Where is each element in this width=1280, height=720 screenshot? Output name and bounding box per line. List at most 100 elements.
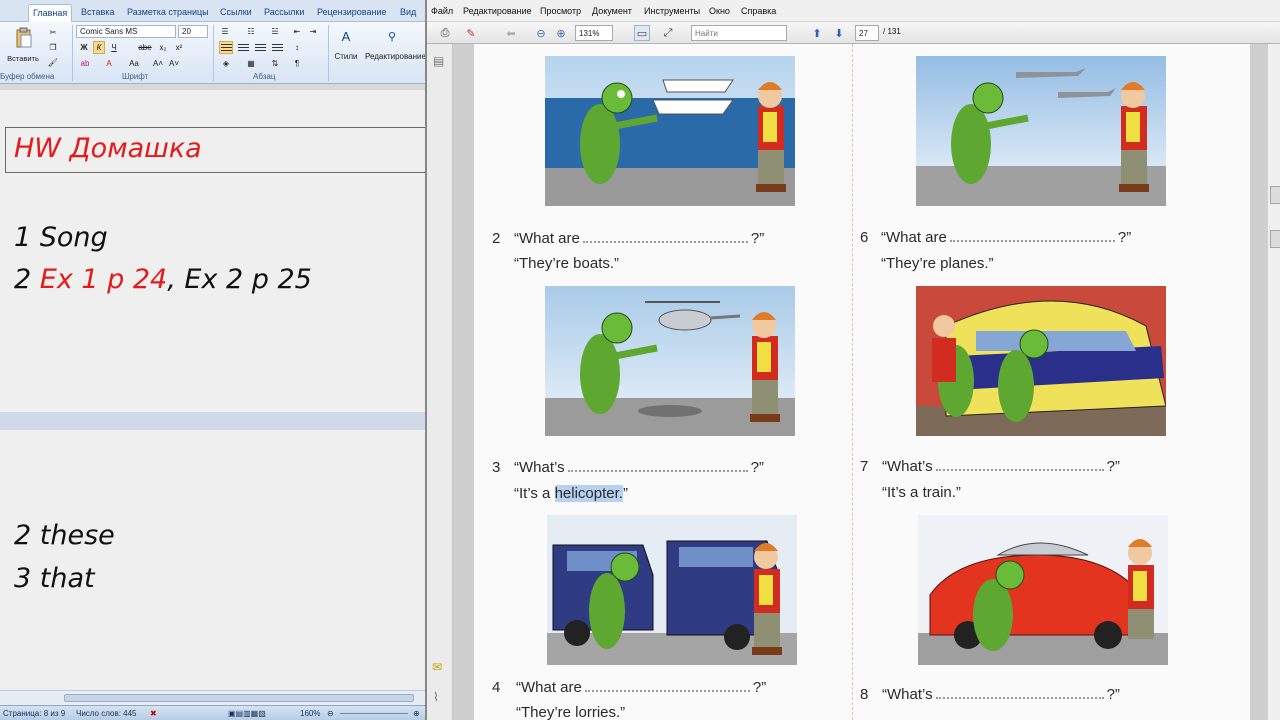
fit-width-icon[interactable]: ⤢ <box>660 25 676 41</box>
menu-file[interactable]: Файл <box>431 6 453 16</box>
paste-icon[interactable] <box>15 27 33 49</box>
create-pdf-icon[interactable]: ✎ <box>463 25 479 41</box>
line-spacing-icon[interactable]: ↕ <box>290 41 304 54</box>
styles-icon[interactable]: A <box>337 27 355 45</box>
superscript-button[interactable]: x² <box>172 41 186 54</box>
tab-mailings[interactable]: Рассылки <box>260 4 308 22</box>
page-number-input[interactable]: 27 <box>855 25 879 41</box>
doc-line-ex1: Ex 1 p 24 <box>39 264 168 295</box>
change-case-icon[interactable]: Aa <box>127 57 141 70</box>
align-left-button[interactable] <box>219 41 233 54</box>
editing-button[interactable]: Редактирование <box>364 50 425 63</box>
find-input[interactable]: Найти <box>691 25 787 41</box>
cut-icon[interactable]: ✂ <box>47 26 59 39</box>
font-name-field[interactable]: Comic Sans MS <box>76 25 176 38</box>
tab-page-layout[interactable]: Разметка страницы <box>123 4 213 22</box>
planes-picture <box>916 56 1166 206</box>
prev-page-icon[interactable]: ⬆ <box>809 25 825 41</box>
find-binoculars-icon[interactable]: ⚲ <box>383 27 401 45</box>
bold-button[interactable]: Ж <box>78 41 90 54</box>
pages-panel-icon[interactable]: ▤ <box>433 54 444 68</box>
ribbon: Вставить ✂ ❐ 🖌 Буфер обмена Comic Sans M… <box>0 22 425 84</box>
align-right-button[interactable] <box>253 41 267 54</box>
justify-button[interactable] <box>270 41 284 54</box>
ribbon-tabs: Главная Вставка Разметка страницы Ссылки… <box>0 0 425 22</box>
exercise-2-number: 2 <box>492 230 501 247</box>
shrink-font-icon[interactable]: A˅ <box>168 57 180 70</box>
train-picture <box>916 286 1166 436</box>
selected-text[interactable]: helicopter. <box>554 485 623 502</box>
zoom-slider[interactable] <box>340 713 408 714</box>
zoom-in-icon[interactable]: ⊕ <box>413 709 420 718</box>
shading-icon[interactable]: ◈ <box>219 57 233 70</box>
menu-tools[interactable]: Инструменты <box>644 6 700 16</box>
styles-button[interactable]: Стили <box>330 50 362 63</box>
doc-line-number: 2 <box>14 264 40 295</box>
scroll-marker[interactable] <box>1270 230 1280 248</box>
bullets-icon[interactable]: ☰ <box>218 25 232 38</box>
zoom-out-icon[interactable]: ⊖ <box>327 709 334 718</box>
tab-references[interactable]: Ссылки <box>216 4 256 22</box>
scroll-thumb[interactable] <box>1270 186 1280 204</box>
hw-title: HW Домашка <box>14 133 202 164</box>
nav-back-icon[interactable]: ⬅ <box>503 25 519 41</box>
multilevel-list-icon[interactable]: ☱ <box>268 25 282 38</box>
zoom-out-icon[interactable]: ⊖ <box>533 25 549 41</box>
menu-view[interactable]: Просмотр <box>540 6 581 16</box>
exercise-2-answer: “They’re boats.” <box>514 255 620 272</box>
highlight-icon[interactable]: ab <box>78 57 92 70</box>
view-layout-icon[interactable]: ▣▤▥▦▧ <box>228 709 266 718</box>
italic-button[interactable]: К <box>93 41 105 54</box>
copy-icon[interactable]: ❐ <box>47 41 59 54</box>
document-area: HW Домашка 1 Song 2 Ex 1 p 24, Ex 2 p 25… <box>0 84 425 690</box>
next-page-icon[interactable]: ⬇ <box>831 25 847 41</box>
horizontal-scrollbar[interactable] <box>0 690 425 705</box>
fit-page-icon[interactable]: ▭ <box>634 25 650 41</box>
exercise-8-number: 8 <box>860 686 869 703</box>
menu-help[interactable]: Справка <box>741 6 776 16</box>
exercise-6-number: 6 <box>860 229 869 246</box>
menu-edit[interactable]: Редактирование <box>463 6 532 16</box>
print-icon[interactable]: ⎙ <box>437 25 453 41</box>
exercise-6-question: “What are?” <box>881 229 1132 246</box>
decrease-indent-icon[interactable]: ⇤ <box>290 25 304 38</box>
lorries-picture <box>547 515 797 665</box>
font-color-icon[interactable]: A <box>103 57 115 70</box>
zoom-level[interactable]: 160% <box>300 709 320 718</box>
grow-font-icon[interactable]: A˄ <box>152 57 164 70</box>
tab-review[interactable]: Рецензирование <box>313 4 391 22</box>
doc-line-that: 3 that <box>14 563 95 594</box>
exercise-3-question: “What’s?” <box>514 459 764 476</box>
sort-icon[interactable]: ⇅ <box>268 57 282 70</box>
page-total: / 131 <box>883 27 901 36</box>
menu-window[interactable]: Окно <box>709 6 730 16</box>
borders-icon[interactable]: ▦ <box>244 57 258 70</box>
exercise-3-number: 3 <box>492 459 501 476</box>
paste-button[interactable]: Вставить <box>4 52 42 65</box>
align-center-button[interactable] <box>236 41 250 54</box>
tab-home[interactable]: Главная <box>28 4 73 22</box>
strikethrough-button[interactable]: abe <box>138 41 152 54</box>
format-painter-icon[interactable]: 🖌 <box>47 56 59 69</box>
word-window: Главная Вставка Разметка страницы Ссылки… <box>0 0 425 720</box>
document-page-2: 2 these 3 that <box>0 430 425 690</box>
show-marks-icon[interactable]: ¶ <box>290 57 304 70</box>
zoom-in-icon[interactable]: ⊕ <box>553 25 569 41</box>
increase-indent-icon[interactable]: ⇥ <box>306 25 320 38</box>
proofing-icon[interactable]: ✖ <box>150 709 157 718</box>
word-count[interactable]: Число слов: 445 <box>76 709 136 718</box>
menu-document[interactable]: Документ <box>592 6 632 16</box>
attachments-icon[interactable]: ⌇ <box>433 690 439 704</box>
tab-insert[interactable]: Вставка <box>77 4 118 22</box>
zoom-field[interactable]: 131% <box>575 25 613 41</box>
page-count[interactable]: Страница: 8 из 9 <box>3 709 65 718</box>
numbering-icon[interactable]: ☷ <box>244 25 258 38</box>
group-label-paragraph: Абзац <box>253 72 276 81</box>
scroll-thumb[interactable] <box>64 694 414 702</box>
font-size-field[interactable]: 20 <box>178 25 208 38</box>
underline-button[interactable]: Ч <box>108 41 120 54</box>
vertical-scrollbar[interactable] <box>1267 44 1280 720</box>
subscript-button[interactable]: x₂ <box>156 41 170 54</box>
comments-icon[interactable]: ✉ <box>432 660 442 674</box>
tab-view[interactable]: Вид <box>396 4 420 22</box>
